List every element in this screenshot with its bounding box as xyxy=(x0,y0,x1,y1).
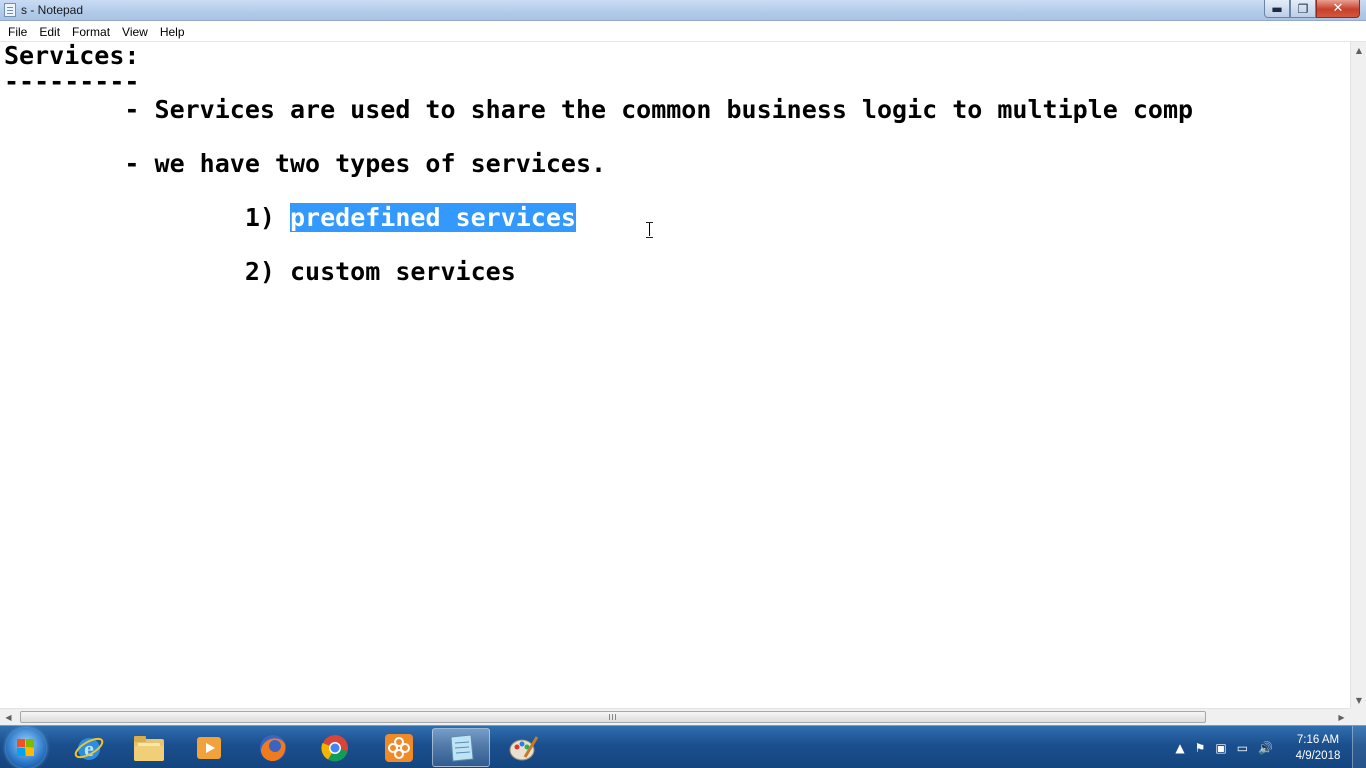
internet-explorer-icon: e xyxy=(74,736,104,761)
notepad-app-icon xyxy=(450,733,474,762)
close-button[interactable]: ✕ xyxy=(1316,0,1360,18)
show-hidden-icons-icon[interactable]: ▲ xyxy=(1175,741,1184,755)
scroll-down-icon[interactable]: ▼ xyxy=(1351,692,1366,708)
menu-view[interactable]: View xyxy=(116,22,154,42)
grip-icon xyxy=(609,714,616,720)
clock-time: 7:16 AM xyxy=(1296,733,1340,746)
taskbar-media-player[interactable] xyxy=(180,728,238,767)
maximize-button[interactable]: ❐ xyxy=(1290,0,1316,18)
network-icon[interactable]: ▭ xyxy=(1237,741,1248,755)
title-bar[interactable]: s - Notepad ▬ ❐ ✕ xyxy=(0,0,1366,21)
text-line-5: 1) predefined services xyxy=(4,203,576,232)
vertical-scrollbar[interactable]: ▲ ▼ xyxy=(1350,42,1366,708)
media-player-icon xyxy=(197,736,221,759)
paint-icon xyxy=(509,735,539,760)
firefox-icon xyxy=(260,734,286,761)
text-cursor-icon xyxy=(646,222,656,238)
minimize-button[interactable]: ▬ xyxy=(1264,0,1290,18)
taskbar-internet-explorer[interactable]: e xyxy=(60,728,118,767)
chrome-icon xyxy=(321,734,348,761)
flower-app-icon xyxy=(385,733,413,762)
menu-file[interactable]: File xyxy=(2,22,33,42)
text-line-1: Services: xyxy=(4,42,140,70)
volume-icon[interactable]: 🔊 xyxy=(1258,741,1273,755)
text-line-4: - we have two types of services. xyxy=(4,149,607,178)
scroll-left-icon[interactable]: ◀ xyxy=(0,709,17,725)
show-desktop-button[interactable] xyxy=(1352,726,1366,768)
text-line-5-prefix: 1) xyxy=(4,203,290,232)
taskbar-file-explorer[interactable] xyxy=(120,728,178,767)
window-title: s - Notepad xyxy=(21,3,84,17)
menu-format[interactable]: Format xyxy=(66,22,116,42)
start-button[interactable] xyxy=(6,728,46,768)
menu-edit[interactable]: Edit xyxy=(33,22,66,42)
taskbar: e ▲ ⚑ ▣ ▭ 🔊 7:16 AM 4/9/2018 xyxy=(0,725,1366,768)
taskbar-firefox[interactable] xyxy=(244,728,302,767)
action-center-flag-icon[interactable]: ⚑ xyxy=(1195,741,1206,755)
windows-logo-icon xyxy=(17,739,35,757)
scroll-right-icon[interactable]: ▶ xyxy=(1333,709,1350,725)
taskbar-paint[interactable] xyxy=(494,728,552,767)
selected-text: predefined services xyxy=(289,203,576,232)
horizontal-scrollbar[interactable]: ◀ ▶ xyxy=(0,708,1350,725)
text-line-3: - Services are used to share the common … xyxy=(4,95,1194,124)
scroll-up-icon[interactable]: ▲ xyxy=(1351,42,1366,58)
device-icon[interactable]: ▣ xyxy=(1215,741,1226,755)
taskbar-notepad[interactable] xyxy=(432,728,490,767)
folder-icon xyxy=(134,735,164,761)
clock[interactable]: 7:16 AM 4/9/2018 xyxy=(1288,732,1348,764)
text-line-6: 2) custom services xyxy=(4,257,516,286)
size-grip xyxy=(1350,708,1366,725)
taskbar-chrome[interactable] xyxy=(306,728,364,767)
text-line-2: --------- xyxy=(4,67,140,96)
menu-help[interactable]: Help xyxy=(154,22,191,42)
notepad-icon xyxy=(4,3,16,17)
taskbar-app-flower[interactable] xyxy=(370,728,428,767)
menu-bar: File Edit Format View Help xyxy=(0,22,1366,42)
window-controls: ▬ ❐ ✕ xyxy=(1264,0,1360,18)
text-editor[interactable]: Services: --------- - Services are used … xyxy=(0,42,1350,708)
clock-date: 4/9/2018 xyxy=(1295,749,1341,762)
horizontal-scroll-thumb[interactable] xyxy=(20,711,1206,723)
system-tray: ▲ ⚑ ▣ ▭ 🔊 7:16 AM 4/9/2018 xyxy=(1170,726,1348,768)
